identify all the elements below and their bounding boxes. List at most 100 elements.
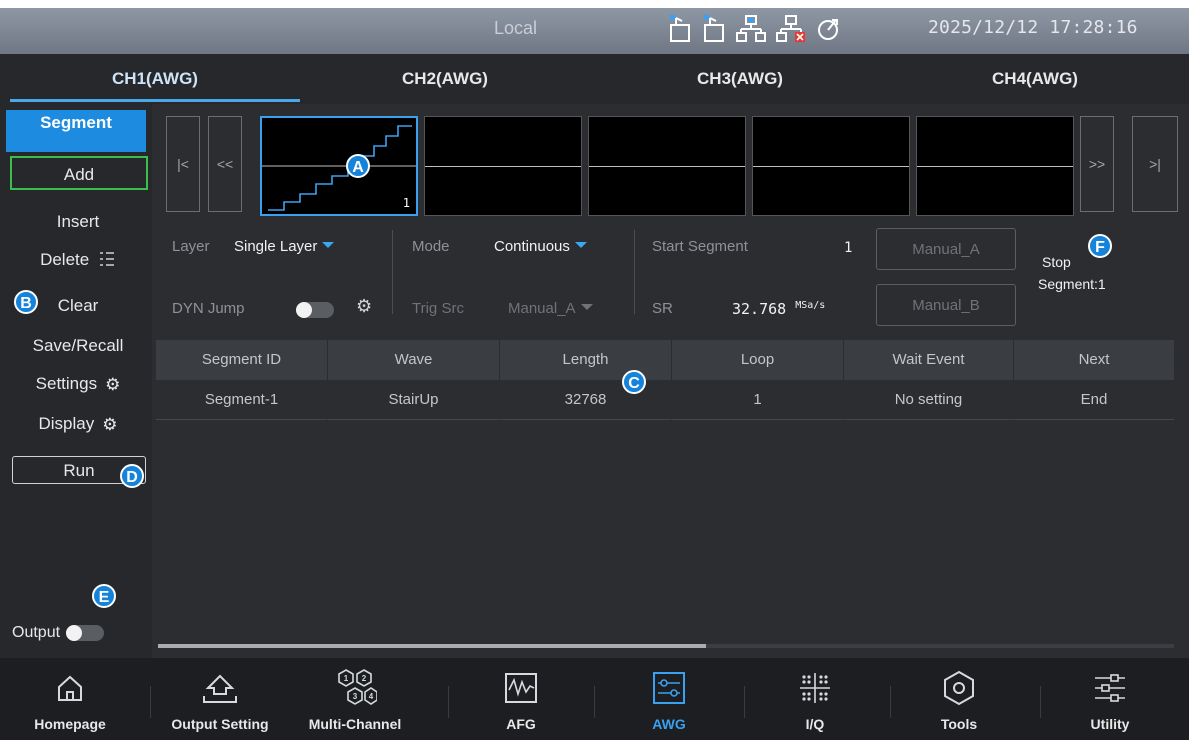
column-header: Length <box>500 340 672 380</box>
datetime: 2025/12/12 17:28:16 <box>928 17 1138 38</box>
segment-thumbnail-empty[interactable] <box>752 116 910 216</box>
start-segment-value[interactable]: 1 <box>844 240 852 256</box>
nav-awg[interactable]: AWG <box>624 658 714 740</box>
divider <box>634 230 635 314</box>
usb-device-icon <box>670 15 690 42</box>
nav-utility[interactable]: Utility <box>1060 658 1160 740</box>
tab-ch1[interactable]: CH1(AWG) <box>10 54 300 104</box>
save-recall-button[interactable]: Save/Recall <box>8 336 148 356</box>
table-header: Segment ID Wave Length Loop Wait Event N… <box>156 340 1174 380</box>
nav-label: I/Q <box>805 716 825 732</box>
mode-value: Continuous <box>494 238 570 255</box>
display-label: Display <box>38 414 95 433</box>
nav-label: Multi-Channel <box>308 716 402 732</box>
delete-label: Delete <box>40 250 90 269</box>
manual-a-button[interactable]: Manual_A <box>876 228 1016 270</box>
first-segment-button[interactable]: |< <box>166 116 200 212</box>
awg-icon <box>653 672 685 704</box>
column-header: Wave <box>328 340 500 380</box>
segment-menu: Segment Add Insert Delete Clear Save/Rec… <box>0 104 152 658</box>
layer-select[interactable]: Single Layer <box>234 238 335 255</box>
layer-value: Single Layer <box>234 238 318 255</box>
sample-rate-value[interactable]: 32.768 MSa/s <box>732 300 825 318</box>
display-button[interactable]: Display ⚙ <box>8 414 148 435</box>
annotation-f: F <box>1088 234 1112 258</box>
nav-label: Output Setting <box>171 716 269 732</box>
segment-table: Segment ID Wave Length Loop Wait Event N… <box>156 340 1174 420</box>
divider <box>448 686 449 718</box>
home-icon <box>58 675 82 701</box>
scrollbar-thumb[interactable] <box>158 644 706 648</box>
divider <box>150 686 151 718</box>
output-row: Output <box>12 624 105 642</box>
svg-text:1: 1 <box>344 674 349 683</box>
status-bar: Local 2025/12/12 17:28:16 <box>0 8 1189 54</box>
baseline <box>917 166 1073 167</box>
nav-tools[interactable]: Tools <box>914 658 1004 740</box>
segment-thumbnail-empty[interactable] <box>424 116 582 216</box>
wave-cell: StairUp <box>328 380 500 420</box>
tab-ch3[interactable]: CH3(AWG) <box>590 54 890 104</box>
segment-thumbnail-empty[interactable] <box>588 116 746 216</box>
dropdown-caret-icon <box>580 304 593 310</box>
insert-button[interactable]: Insert <box>8 212 148 232</box>
layer-label: Layer <box>172 238 210 255</box>
dyn-jump-toggle[interactable] <box>296 302 334 318</box>
nav-iq[interactable]: I/Q <box>770 658 860 740</box>
baseline <box>425 166 581 167</box>
list-delete-icon <box>99 252 114 266</box>
divider <box>890 686 891 718</box>
dropdown-caret-icon <box>574 242 587 248</box>
output-toggle[interactable] <box>66 625 105 641</box>
baseline <box>589 166 745 167</box>
segment-thumbnail-empty[interactable] <box>916 116 1074 216</box>
trig-src-value: Manual_A <box>508 300 576 317</box>
lan-error-icon <box>776 15 805 42</box>
last-segment-button[interactable]: >| <box>1132 116 1178 212</box>
nav-output-setting[interactable]: Output Setting <box>160 658 280 740</box>
baseline <box>753 166 909 167</box>
trig-src-select[interactable]: Manual_A <box>508 300 593 317</box>
menu-title-segment: Segment <box>6 110 146 152</box>
table-row[interactable]: Segment-1 StairUp 32768 1 No setting End <box>156 380 1174 420</box>
mode-select[interactable]: Continuous <box>494 238 587 255</box>
divider <box>744 686 745 718</box>
dropdown-caret-icon <box>322 242 335 248</box>
segment-thumbnail-1[interactable]: 1 <box>260 116 418 216</box>
nav-label: Utility <box>1090 716 1130 732</box>
stop-label: Stop <box>1042 254 1071 270</box>
sr-number: 32.768 <box>732 300 787 318</box>
nav-homepage[interactable]: Homepage <box>20 658 120 740</box>
nav-afg[interactable]: AFG <box>476 658 566 740</box>
svg-text:3: 3 <box>353 692 358 701</box>
tab-ch2[interactable]: CH2(AWG) <box>300 54 590 104</box>
annotation-d: D <box>120 464 144 488</box>
nav-label: AWG <box>652 716 686 732</box>
column-header: Loop <box>672 340 844 380</box>
prev-page-button[interactable]: << <box>208 116 242 212</box>
annotation-b: B <box>14 290 38 314</box>
usb-host-icon <box>704 15 724 42</box>
lan-connected-icon <box>736 15 766 42</box>
settings-button[interactable]: Settings ⚙ <box>8 374 148 395</box>
next-cell: End <box>1014 380 1174 420</box>
next-page-button[interactable]: >> <box>1080 116 1114 212</box>
sr-unit: MSa/s <box>795 300 826 311</box>
gear-icon[interactable]: ⚙ <box>356 296 372 317</box>
tab-ch4[interactable]: CH4(AWG) <box>890 54 1180 104</box>
column-header: Next <box>1078 351 1110 368</box>
divider <box>594 686 595 718</box>
nav-multi-channel[interactable]: 1 23 4 Multi-Channel <box>300 658 410 740</box>
annotation-e: E <box>92 584 116 608</box>
manual-b-button[interactable]: Manual_B <box>876 284 1016 326</box>
add-button[interactable]: Add <box>10 156 148 190</box>
multi-channel-icon: 1 23 4 <box>338 669 377 705</box>
start-segment-label: Start Segment <box>652 238 748 255</box>
wait-event-cell: No setting <box>844 380 1014 420</box>
delete-button[interactable]: Delete <box>8 250 148 270</box>
horizontal-scrollbar[interactable] <box>158 644 1174 648</box>
divider <box>1040 686 1041 718</box>
iq-constellation-icon <box>800 673 830 703</box>
channel-tabs: CH1(AWG) CH2(AWG) CH3(AWG) CH4(AWG) <box>0 54 1189 104</box>
mode-label: Mode <box>412 238 450 255</box>
